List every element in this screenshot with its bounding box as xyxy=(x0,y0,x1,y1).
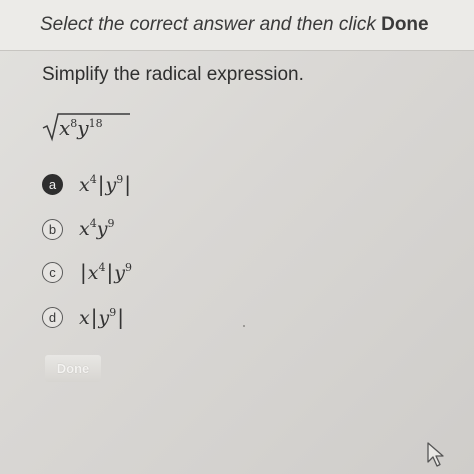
instruction-bar: Select the correct answer and then click… xyxy=(0,0,474,51)
option-b-expression: x4y9 xyxy=(79,217,115,240)
option-b-base-y: y xyxy=(96,218,108,240)
quiz-screen: Select the correct answer and then click… xyxy=(0,0,474,474)
option-c-base-x: x xyxy=(87,262,99,284)
radio-bubble-c[interactable]: c xyxy=(42,261,63,283)
done-button[interactable]: Done xyxy=(45,355,101,382)
instruction-done-word: Done xyxy=(381,14,429,35)
radicand-base-x: x xyxy=(59,116,71,140)
screen-speck xyxy=(243,325,245,327)
instruction-text: Select the correct answer and then click… xyxy=(40,14,429,36)
option-a-exponent-x: 4 xyxy=(89,173,97,186)
question-prompt: Simplify the radical expression. xyxy=(42,64,304,85)
answer-option-d[interactable]: d x|y9| xyxy=(42,304,125,330)
option-a-base-y: y xyxy=(105,174,117,196)
radicand-exponent-y: 18 xyxy=(88,117,103,130)
option-c-abs-close: | xyxy=(106,260,114,284)
option-a-expression: x4|y9| xyxy=(79,172,132,196)
instruction-prefix: Select the correct answer and then click xyxy=(40,14,382,35)
option-d-base-x: x xyxy=(79,307,90,329)
option-d-exponent-y: 9 xyxy=(109,306,117,319)
option-b-exponent-y: 9 xyxy=(107,217,115,230)
option-c-expression: |x4|y9 xyxy=(79,260,132,284)
answer-option-b[interactable]: b x4y9 xyxy=(42,216,114,242)
option-c-abs-open: | xyxy=(80,260,87,284)
option-c-exponent-y: 9 xyxy=(124,261,132,274)
answer-option-c[interactable]: c |x4|y9 xyxy=(42,259,132,285)
option-a-base-x: x xyxy=(79,174,90,196)
option-a-exponent-y: 9 xyxy=(116,173,124,186)
radio-bubble-b[interactable]: b xyxy=(42,218,63,240)
radio-bubble-d[interactable]: d xyxy=(42,306,63,328)
option-d-base-y: y xyxy=(98,307,110,329)
option-b-base-x: x xyxy=(79,218,90,240)
answer-option-a[interactable]: a x4|y9| xyxy=(42,171,132,197)
option-c-base-y: y xyxy=(114,262,125,284)
radicand: x8y18 xyxy=(59,116,103,140)
option-c-exponent-x: 4 xyxy=(98,261,106,274)
option-d-expression: x|y9| xyxy=(79,305,125,329)
mouse-pointer-icon xyxy=(426,441,446,474)
option-d-abs-close: | xyxy=(117,305,124,329)
radicand-exponent-x: 8 xyxy=(70,117,78,130)
option-b-exponent-x: 4 xyxy=(89,217,97,230)
option-a-abs-close: | xyxy=(124,172,131,196)
radicand-base-y: y xyxy=(77,116,89,140)
radio-bubble-a[interactable]: a xyxy=(42,173,63,195)
